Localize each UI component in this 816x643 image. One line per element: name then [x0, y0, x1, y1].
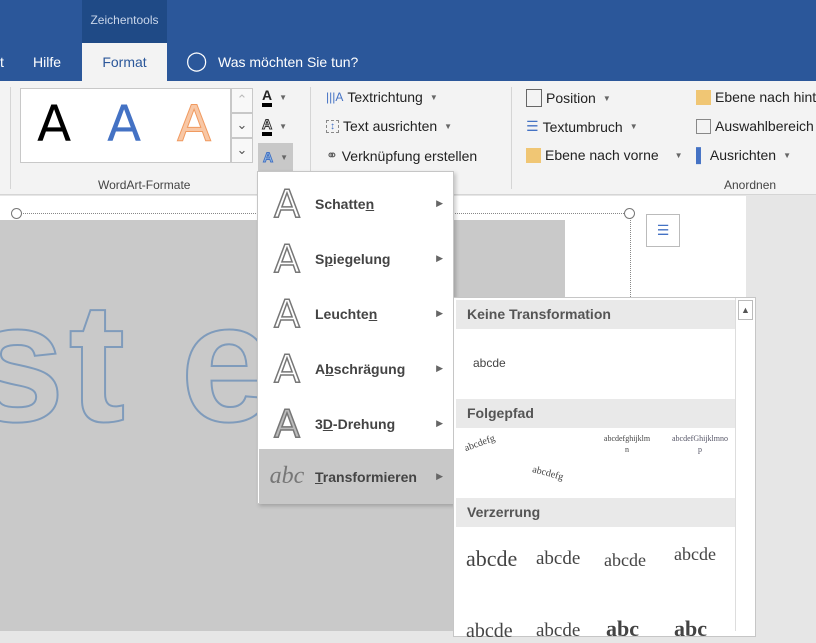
submenu-arrow-icon: ▶	[436, 418, 443, 428]
warp-triangle-down[interactable]: abcde	[674, 544, 716, 565]
warp-curve-up[interactable]: abcde	[466, 620, 513, 643]
tab-format[interactable]: Format	[82, 43, 167, 81]
warp-can-down[interactable]: abc	[674, 616, 707, 642]
3d-rotation-icon: A	[273, 401, 301, 447]
wordart-style-orange[interactable]: A	[176, 95, 211, 154]
send-backward-button[interactable]: Ebene nach hinten	[696, 89, 816, 105]
arrange-group-label: Anordnen	[724, 178, 777, 192]
menu-item-reflection[interactable]: A Spiegelung ▶	[259, 231, 453, 286]
wrap-text-button[interactable]: ☰ Textumbruch ▼	[526, 118, 638, 135]
create-link-button[interactable]: ⚭ Verknüpfung erstellen	[326, 147, 477, 164]
text-outline-button[interactable]: A ▼	[261, 116, 287, 136]
position-button[interactable]: Position ▼	[526, 89, 611, 107]
glow-icon: A	[273, 291, 301, 337]
send-backward-icon	[696, 89, 711, 105]
path-circle[interactable]: abcdefghijklmn	[602, 433, 652, 483]
submenu-arrow-icon: ▶	[436, 198, 443, 208]
wordart-gallery[interactable]: A A A	[20, 88, 231, 163]
align-button[interactable]: ▌ Ausrichten ▼	[696, 147, 791, 163]
wrap-text-icon: ☰	[526, 118, 539, 134]
context-tab-label: Zeichentools	[82, 0, 167, 43]
scroll-up-arrow-icon[interactable]: ▲	[738, 300, 753, 320]
bring-forward-button[interactable]: Ebene nach vorne ▼	[526, 147, 683, 163]
transform-none[interactable]: abcde	[473, 356, 506, 370]
transform-submenu: Keine Transformation abcde Folgepfad abc…	[453, 297, 756, 642]
text-direction-button[interactable]: |||A Textrichtung ▼	[326, 89, 438, 105]
lightbulb-icon: ◯	[186, 51, 208, 72]
wordart-style-blue[interactable]: A	[107, 95, 141, 153]
selection-pane-icon	[696, 118, 711, 134]
selection-pane-button[interactable]: Auswahlbereich	[696, 118, 814, 134]
section-header: Keine Transformation	[456, 300, 736, 329]
path-arch-down[interactable]: abcdefg	[531, 464, 564, 483]
section-header: Verzerrung	[456, 498, 736, 527]
tell-me-search[interactable]: Was möchten Sie tun?	[218, 43, 358, 81]
align-icon: ▌	[696, 147, 706, 163]
tab-hilfe[interactable]: Hilfe	[33, 43, 61, 81]
link-icon: ⚭	[326, 147, 338, 163]
warp-plain[interactable]: abcde	[466, 546, 517, 572]
menu-item-shadow[interactable]: A Schatten ▶	[259, 176, 453, 231]
warp-curve-down[interactable]: abcde	[536, 620, 580, 642]
warp-stop[interactable]: abcde	[536, 548, 580, 570]
submenu-arrow-icon: ▶	[436, 363, 443, 373]
path-arch-up[interactable]: abcdefg	[463, 433, 497, 454]
text-direction-icon: |||A	[326, 90, 344, 104]
section-header: Folgepfad	[456, 399, 736, 428]
gallery-more[interactable]: ⌄	[231, 138, 253, 163]
position-icon	[526, 89, 542, 107]
align-text-button[interactable]: ↕ Text ausrichten ▼	[326, 118, 452, 134]
resize-handle[interactable]	[11, 208, 22, 219]
wordart-style-black[interactable]: A	[37, 95, 71, 153]
menu-item-transform[interactable]: abc Transformieren ▶	[259, 449, 453, 504]
warp-triangle-up[interactable]: abcde	[604, 550, 646, 571]
tab-partial[interactable]: t	[0, 43, 4, 81]
layout-options-icon[interactable]: ☰	[646, 214, 680, 247]
transform-icon: abc	[269, 463, 305, 489]
wordart-group-label: WordArt-Formate	[98, 178, 191, 192]
text-effects-button[interactable]: A ▼	[258, 143, 294, 171]
wordart-text[interactable]: st e	[0, 265, 279, 461]
bring-forward-icon	[526, 147, 541, 163]
text-effects-menu: A Schatten ▶ A Spiegelung ▶ A Leuchten ▶ A Absc…	[257, 171, 454, 504]
warp-can-up[interactable]: abc	[606, 616, 639, 642]
menu-item-3d-rotation[interactable]: A 3D-Drehung ▶	[259, 396, 453, 451]
resize-handle[interactable]	[624, 208, 635, 219]
gallery-scroll-up[interactable]: ⌃	[231, 88, 253, 113]
text-fill-button[interactable]: A ▼	[262, 87, 287, 107]
path-button[interactable]: abcdefGhijklmnop	[672, 433, 728, 483]
align-text-icon: ↕	[326, 119, 339, 133]
menu-item-glow[interactable]: A Leuchten ▶	[259, 286, 453, 341]
submenu-arrow-icon: ▶	[436, 253, 443, 263]
shadow-icon: A	[273, 181, 301, 227]
menu-item-bevel[interactable]: A Abschrägung ▶	[259, 341, 453, 396]
submenu-arrow-icon: ▶	[436, 308, 443, 318]
submenu-arrow-icon: ▶	[436, 471, 443, 481]
reflection-icon: A	[273, 236, 301, 282]
gallery-scroll-down[interactable]: ⌄	[231, 113, 253, 138]
bevel-icon: A	[273, 346, 301, 392]
submenu-scrollbar[interactable]: ▲	[735, 298, 755, 631]
